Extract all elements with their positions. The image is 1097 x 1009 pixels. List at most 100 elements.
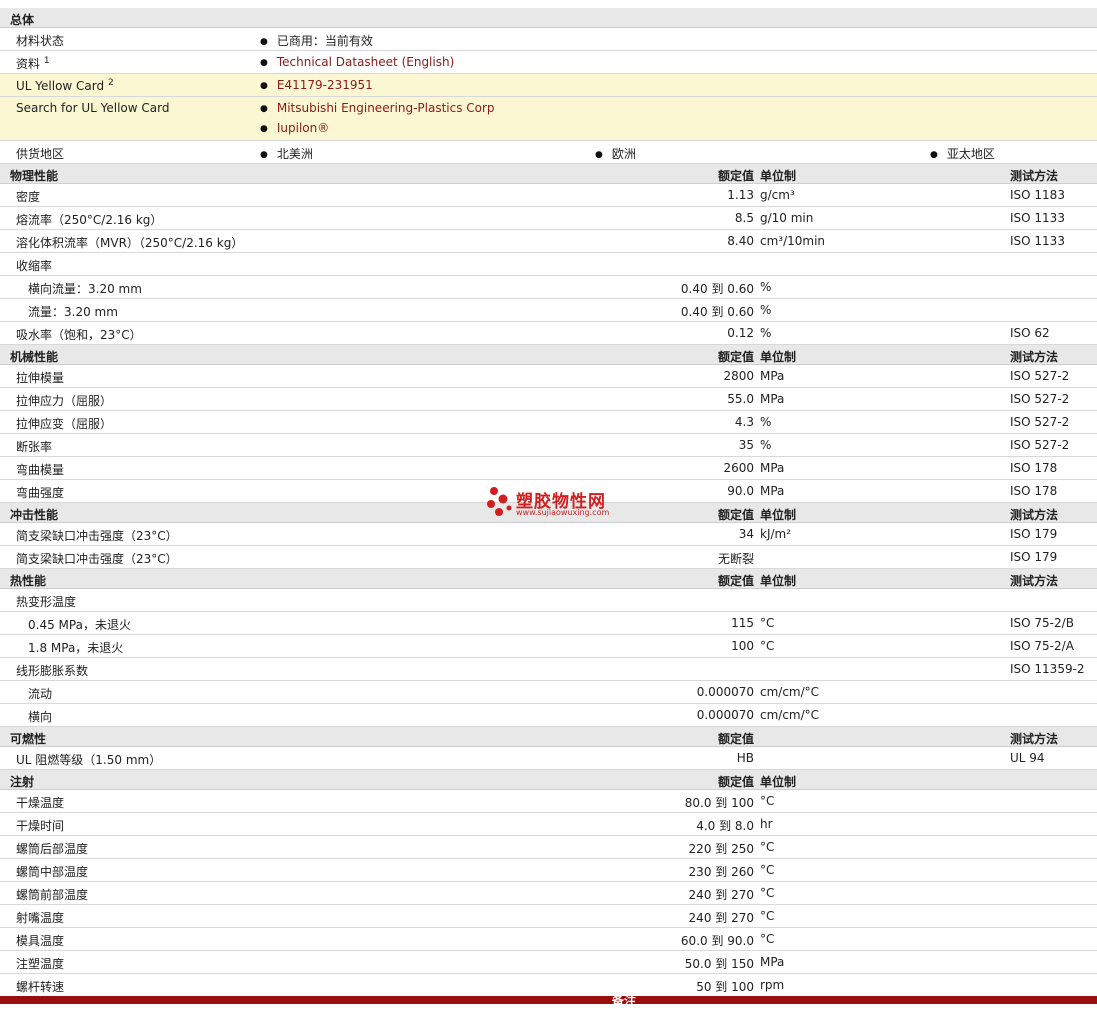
property-label: 螺筒后部温度 [16,842,89,856]
row-supply-region: 供货地区 北美洲 欧洲 亚太地区 [0,141,1097,164]
property-test-method: ISO 1133 [1010,234,1065,248]
property-value: 60.0 到 90.0 [680,934,754,948]
property-label: 熔流率（250°C/2.16 kg） [16,213,163,227]
section-title: 冲击性能 [10,508,59,522]
property-unit: % [760,438,772,452]
region-item: 欧洲 [595,145,636,162]
property-test-method: ISO 527-2 [1010,438,1070,452]
property-unit: °C [760,863,775,877]
property-value: 8.5 [734,211,754,225]
table-row: 流量：3.20 mm 0.40 到 0.60% [0,299,1097,322]
ul-link-item[interactable]: E41179-231951 [260,78,373,92]
table-row: 干燥温度 80.0 到 100 °C [0,790,1097,813]
table-row: 螺筒前部温度 240 到 270 °C [0,882,1097,905]
property-value: 8.40 [727,234,754,248]
header-unit: 单位制 [760,574,797,588]
header-rated: 额定值 [717,350,754,364]
footer-bar: 备注 [0,994,1097,1008]
property-value: 55.0 [727,392,754,406]
property-label: 流动 [28,687,53,701]
table-row: 断张率 35% ISO 527-2 [0,434,1097,457]
brand-link[interactable]: Iupilon® [277,121,329,135]
property-label: 密度 [16,190,41,204]
property-label: 螺杆转速 [16,980,65,994]
property-unit: g/10 min [760,211,814,225]
property-value: 2800 [723,369,754,383]
property-unit: °C [760,909,775,923]
docs-link-item[interactable]: Technical Datasheet (English) [260,55,454,69]
property-unit: °C [760,794,775,808]
property-value: 80.0 到 100 [684,796,754,810]
property-unit: cm/cm/°C [760,685,820,699]
watermark-dots-icon [487,487,512,516]
section-thermal: 热性能 额定值 单位制 测试方法 [0,569,1097,589]
manufacturer-link[interactable]: Mitsubishi Engineering-Plastics Corp [277,101,495,115]
property-value: 无断裂 [717,552,754,566]
property-unit: °C [760,886,775,900]
header-rated: 额定值 [717,574,754,588]
property-test-method: ISO 527-2 [1010,392,1070,406]
property-value: 50 到 100 [696,980,754,994]
property-unit: °C [760,840,775,854]
property-unit: % [760,326,772,340]
header-test: 测试方法 [1010,508,1059,522]
property-value: 100 [731,639,754,653]
table-row: 密度 1.13 g/cm³ ISO 1183 [0,184,1097,207]
search-link-item[interactable]: Iupilon® [260,121,329,135]
property-value: 0.40 到 0.60 [680,305,754,319]
row-ul-yellow-card: UL Yellow Card 2 E41179-231951 [0,74,1097,97]
property-value: 115 [731,616,754,630]
property-value: 0.000070 [696,708,754,722]
property-test-method: ISO 1133 [1010,211,1065,225]
material-status-value: 已商用：当前有效 [260,32,373,49]
ul-yellow-card-link[interactable]: E41179-231951 [277,78,373,92]
table-row: 简支梁缺口冲击强度（23°C） 34 kJ/m² ISO 179 [0,523,1097,546]
property-unit: % [760,303,772,317]
property-label: 拉伸应变（屈服） [16,417,113,431]
property-value: 240 到 270 [688,888,754,902]
property-label: 螺筒前部温度 [16,888,89,902]
header-unit: 单位制 [760,775,797,789]
property-test-method: UL 94 [1010,751,1045,765]
watermark-url: www.sujiaowuxing.com [516,508,610,517]
property-test-method: ISO 527-2 [1010,415,1070,429]
property-label: 1.8 MPa，未退火 [28,641,124,655]
watermark-logo: 塑胶物性网 www.sujiaowuxing.com [486,487,626,523]
table-row: 螺筒后部温度 220 到 250 °C [0,836,1097,859]
property-label: 干燥温度 [16,796,65,810]
property-label: 横向流量：3.20 mm [28,282,142,296]
property-unit: kJ/m² [760,527,792,541]
table-row: 注塑温度 50.0 到 150 MPa [0,951,1097,974]
table-row: 线形膨胀系数 ISO 11359-2 [0,658,1097,681]
table-row: 射嘴温度 240 到 270 °C [0,905,1097,928]
property-label: 螺筒中部温度 [16,865,89,879]
row-label: Search for UL Yellow Card [16,101,170,115]
table-row: 拉伸应力（屈服） 55.0 MPa ISO 527-2 [0,388,1097,411]
property-label: 模具温度 [16,934,65,948]
header-test: 测试方法 [1010,732,1059,746]
header-rated: 额定值 [717,732,754,746]
table-row: 拉伸应变（屈服） 4.3% ISO 527-2 [0,411,1097,434]
property-unit: MPa [760,461,785,475]
property-test-method: ISO 179 [1010,550,1058,564]
table-row: 熔流率（250°C/2.16 kg） 8.5 g/10 min ISO 1133 [0,207,1097,230]
table-row: 横向 0.000070 cm/cm/°C [0,704,1097,727]
property-test-method: ISO 75-2/A [1010,639,1074,653]
section-title: 可燃性 [10,732,47,746]
table-row: 螺杆转速 50 到 100 rpm [0,974,1097,997]
property-unit: g/cm³ [760,188,795,202]
search-link-item[interactable]: Mitsubishi Engineering-Plastics Corp [260,101,495,115]
technical-datasheet-link[interactable]: Technical Datasheet (English) [277,55,454,69]
property-unit: MPa [760,392,785,406]
property-value: 0.40 到 0.60 [680,282,754,296]
row-label: 资料 1 [16,56,50,71]
table-row: 螺筒中部温度 230 到 260 °C [0,859,1097,882]
row-search-ul: Search for UL Yellow Card Mitsubishi Eng… [0,97,1097,141]
section-title: 总体 [10,13,35,27]
property-label: 简支梁缺口冲击强度（23°C） [16,552,178,566]
property-value: 0.12 [727,326,754,340]
section-injection: 注射 额定值 单位制 [0,770,1097,790]
property-unit: °C [760,616,775,630]
property-unit: MPa [760,955,785,969]
header-unit: 单位制 [760,169,797,183]
